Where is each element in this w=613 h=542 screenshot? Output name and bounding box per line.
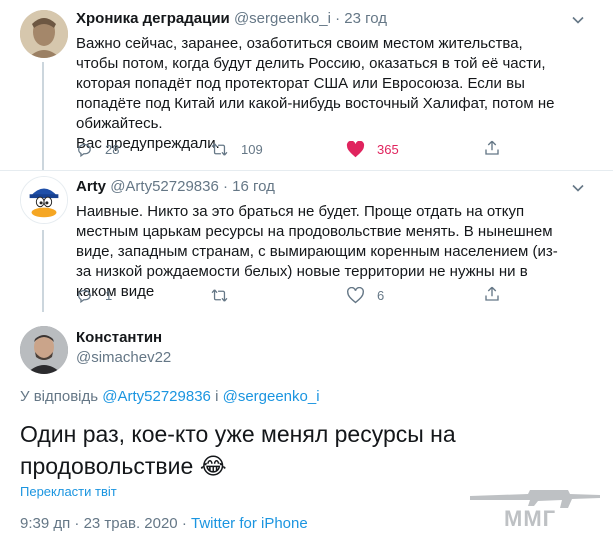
display-name[interactable]: Хроника деградации [76,10,230,27]
timestamp[interactable]: 23 год [344,10,387,27]
main-tweet-text: Один раз, кое-кто уже менял ресурсы на п… [20,418,520,482]
display-name[interactable]: Arty [76,178,106,195]
avatar[interactable] [20,326,68,374]
retweet-icon [211,143,228,156]
translate-tweet-link[interactable]: Перекласти твіт [20,484,117,499]
retweet-button[interactable] [210,287,241,304]
retweet-button[interactable]: 109 [210,141,263,158]
handle[interactable]: @simachev22 [76,349,171,366]
reply-icon [78,289,91,304]
like-count: 6 [377,288,385,303]
tweet-meta: 9:39 дп · 23 трав. 2020 · Twitter for iP… [20,515,308,532]
reply-button[interactable]: 1 [76,287,112,304]
tweet-header: Хроника деградации @sergeenko_i · 23 год [76,10,387,27]
tweet-client[interactable]: Twitter for iPhone [191,515,308,532]
watermark-text: ММГ [504,506,557,531]
reply-and: і [215,388,219,405]
main-tweet-body: Один раз, кое-кто уже менял ресурсы на п… [20,421,456,479]
chevron-down-icon[interactable] [571,181,585,195]
avatar[interactable] [20,10,68,58]
tweet-arty[interactable]: Arty @Arty52729836 · 16 год Наивные. Ник… [0,170,613,312]
reply-mention-sergeenko[interactable]: @sergeenko_i [223,388,320,405]
reply-count: 28 [105,142,120,157]
reply-button[interactable]: 28 [76,141,119,158]
retweet-count: 109 [241,142,263,157]
reply-prefix: У відповідь [20,388,99,405]
tweet-header: Arty @Arty52729836 · 16 год [76,178,275,195]
handle[interactable]: @sergeenko_i [234,10,331,27]
laughing-emoji: 😂 [199,453,227,479]
heart-icon [347,287,364,304]
tweet-chronicle[interactable]: Хроника деградации @sergeenko_i · 23 год… [0,0,613,170]
thread-line [42,230,44,312]
reply-context: У відповідь @Arty52729836 і @sergeenko_i [20,388,320,405]
share-icon[interactable] [483,139,501,157]
like-button[interactable]: 365 [346,141,399,158]
handle[interactable]: @Arty52729836 [110,178,219,195]
timestamp[interactable]: 16 год [232,178,275,195]
thread-line [42,62,44,170]
separator: · [335,10,341,27]
retweet-icon [211,289,228,302]
display-name[interactable]: Константин [76,329,162,346]
tweet-text: Важно сейчас, заранее, озаботиться своим… [76,35,555,152]
tweet-datetime[interactable]: 9:39 дп · 23 трав. 2020 · [20,515,187,532]
reply-count: 1 [105,288,113,303]
reply-icon [78,143,91,158]
heart-filled-icon [346,141,365,158]
avatar[interactable] [20,176,68,224]
like-button[interactable]: 6 [346,287,384,304]
watermark: ММГ [468,482,603,534]
separator: · [223,178,228,195]
like-count: 365 [377,142,399,157]
share-icon[interactable] [483,285,501,303]
chevron-down-icon[interactable] [571,13,585,27]
main-tweet: Константин @simachev22 У відповідь @Arty… [0,312,613,542]
reply-mention-arty[interactable]: @Arty52729836 [102,388,211,405]
